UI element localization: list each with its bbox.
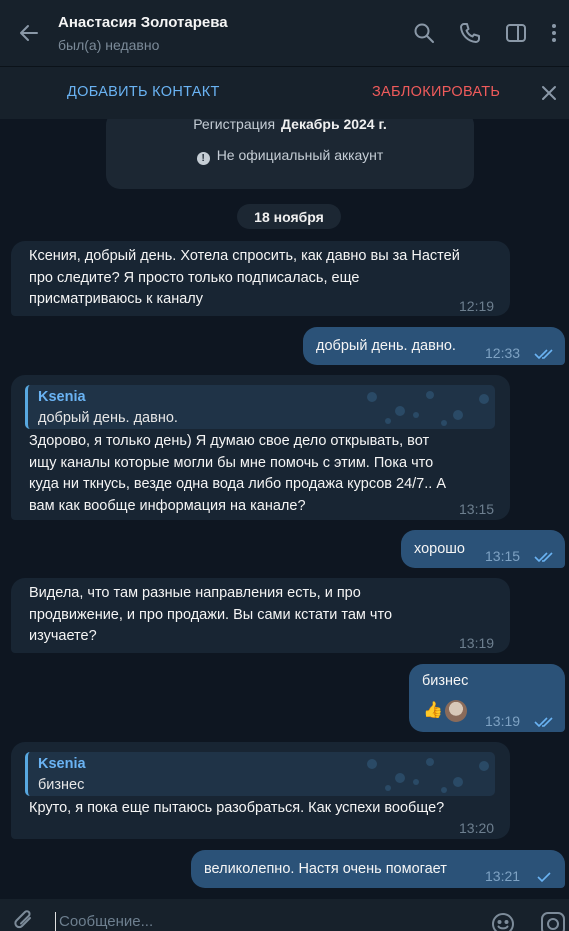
attach-button[interactable] [12, 909, 38, 931]
back-button[interactable] [0, 0, 58, 67]
search-button[interactable] [401, 0, 447, 67]
search-icon [414, 23, 434, 43]
message-text: Ксения, добрый день. Хотела спросить, ка… [29, 246, 460, 311]
message-line: Видела, что там разные направления есть,… [29, 585, 361, 601]
message-time: 13:19 [459, 635, 495, 651]
reply-pattern-icon [367, 391, 489, 426]
message-outgoing[interactable]: хорошо 13:15 [401, 530, 565, 568]
message-time: 12:33 [485, 345, 521, 361]
double-check-icon [534, 552, 553, 563]
double-check-icon [534, 349, 553, 360]
message-line: про следите? Я просто только подписалась… [29, 269, 360, 286]
message-text: Круто, я пока еще пытаюсь разобраться. К… [29, 798, 444, 820]
message-line: Круто, я пока еще пытаюсь разобраться. К… [29, 800, 445, 816]
reply-author: Ksenia [38, 756, 86, 772]
message-incoming[interactable]: Ксения, добрый день. Хотела спросить, ка… [11, 241, 510, 316]
more-vert-icon [552, 24, 556, 42]
read-receipt [534, 549, 554, 571]
more-menu-button[interactable] [539, 0, 569, 67]
contact-status: был(а) недавно [58, 36, 160, 53]
message-incoming[interactable]: Видела, что там разные направления есть,… [11, 578, 510, 653]
contact-name: Анастасия Золотарева [58, 13, 228, 31]
account-info-card: Регистрация Декабрь 2024 г. ! Не официальн… [106, 119, 474, 189]
message-text: Здорово, я только день) Я думаю свое дел… [29, 431, 446, 517]
message-reaction[interactable]: 👍 [423, 700, 467, 722]
read-receipt [534, 714, 554, 736]
emoji-icon [492, 913, 514, 931]
message-line: ищу каналы которые могли бы мне помочь с… [29, 454, 434, 471]
message-line: вам как вообще информация на канале? [29, 497, 306, 514]
message-text: добрый день. давно. [316, 338, 456, 354]
reactor-avatar [444, 700, 467, 722]
reply-quote[interactable]: Ksenia добрый день. давно. [25, 385, 495, 429]
phone-icon [460, 23, 480, 43]
message-line: присматриваюсь к каналу [29, 291, 203, 307]
double-check-icon [534, 717, 553, 728]
message-text: бизнес [422, 673, 469, 689]
emoji-button[interactable] [490, 911, 516, 931]
single-check-icon [537, 872, 551, 883]
message-line: Ксения, добрый день. Хотела спросить, ка… [29, 248, 460, 264]
sent-receipt [534, 869, 554, 891]
close-action-bar-button[interactable] [537, 81, 561, 105]
message-time: 13:20 [459, 820, 495, 836]
reply-text: бизнес [38, 777, 85, 793]
message-list[interactable]: Регистрация Декабрь 2024 г. ! Не официальн… [0, 119, 569, 899]
camera-icon [541, 912, 565, 931]
camera-button[interactable] [540, 911, 566, 931]
unofficial-text: Не официальный аккаунт [216, 147, 384, 163]
reply-author: Ksenia [38, 389, 86, 405]
message-text: хорошо [414, 541, 465, 557]
sidebar-toggle-button[interactable] [493, 0, 539, 67]
info-icon: ! [196, 152, 210, 165]
registration-info: Регистрация Декабрь 2024 г. [106, 119, 474, 132]
message-line: Здорово, я только день) Я думаю свое дел… [29, 433, 430, 449]
paperclip-icon [14, 910, 31, 929]
message-time: 13:15 [459, 501, 495, 517]
message-time: 13:21 [485, 868, 521, 884]
reply-pattern-icon [367, 758, 489, 793]
arrow-left-icon [20, 25, 38, 41]
close-icon [542, 86, 556, 100]
reaction-emoji: 👍 [423, 702, 443, 720]
message-incoming[interactable]: Ksenia добрый день. давно. Здорово, я то… [11, 375, 510, 520]
message-incoming[interactable]: Ksenia бизнес Круто, я пока еще пытаюсь … [11, 742, 510, 839]
message-text: великолепно. Настя очень помогает [204, 861, 447, 877]
call-button[interactable] [447, 0, 493, 67]
message-time: 12:19 [459, 298, 495, 314]
message-outgoing[interactable]: добрый день. давно. 12:33 [303, 327, 565, 365]
message-line: изучаете? [29, 628, 97, 644]
chat-header: Анастасия Золотарева был(а) недавно [0, 0, 569, 67]
message-line: продвижение, и про продажи. Вы сами кста… [29, 606, 393, 623]
registration-label: Регистрация [193, 119, 276, 132]
message-line: куда ни ткнусь, везде одна вода либо про… [29, 476, 447, 492]
sidebar-icon [506, 24, 526, 42]
read-receipt [534, 346, 554, 368]
message-time: 13:15 [485, 548, 521, 564]
contact-title[interactable]: Анастасия Золотарева был(а) недавно [58, 14, 401, 53]
registration-date: Декабрь 2024 г. [281, 119, 387, 132]
block-contact-button[interactable]: ЗАБЛОКИРОВАТЬ [372, 84, 500, 100]
message-input[interactable] [55, 912, 455, 931]
contact-action-bar: ДОБАВИТЬ КОНТАКТ ЗАБЛОКИРОВАТЬ [0, 67, 569, 119]
message-time: 13:19 [485, 713, 521, 729]
reply-text: добрый день. давно. [38, 410, 178, 426]
date-separator: 18 ноября [237, 204, 341, 229]
message-text: Видела, что там разные направления есть,… [29, 583, 392, 648]
message-outgoing[interactable]: бизнес 👍 13:19 [409, 664, 565, 732]
unofficial-notice: ! Не официальный аккаунт [106, 147, 474, 165]
add-contact-button[interactable]: ДОБАВИТЬ КОНТАКТ [67, 84, 220, 100]
reply-quote[interactable]: Ksenia бизнес [25, 752, 495, 796]
message-composer [0, 899, 569, 931]
message-outgoing[interactable]: великолепно. Настя очень помогает 13:21 [191, 850, 565, 888]
